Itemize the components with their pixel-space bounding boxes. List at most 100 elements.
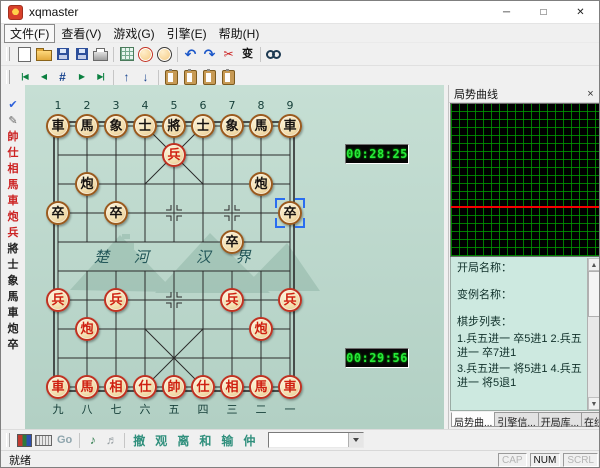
black-king-button[interactable]: 將 (3, 241, 23, 256)
red-horse-button[interactable]: 馬 (3, 177, 23, 192)
board-piece[interactable]: 車 (278, 114, 302, 138)
tab-online[interactable]: 在线下... (581, 412, 600, 427)
red-advisor-button[interactable]: 仕 (3, 145, 23, 160)
toolbar-grip[interactable] (6, 47, 10, 61)
open-file-button[interactable] (34, 45, 53, 64)
board-piece[interactable]: 兵 (220, 288, 244, 312)
board-piece[interactable]: 炮 (75, 317, 99, 341)
go-button[interactable]: Go (53, 434, 76, 446)
sound-off-button[interactable]: ♬ (102, 431, 121, 450)
board-piece[interactable]: 炮 (249, 172, 273, 196)
copy-fen-button[interactable] (181, 68, 200, 87)
info-scrollbar[interactable]: ▲ ▼ (587, 258, 600, 410)
black-pawn-button[interactable]: 卒 (3, 337, 23, 352)
cut-button[interactable]: ✂ (219, 45, 238, 64)
board-piece[interactable]: 象 (104, 114, 128, 138)
tab-engine-info[interactable]: 引擎信... (494, 412, 538, 427)
black-cannon-button[interactable]: 炮 (3, 321, 23, 336)
tab-opening-book[interactable]: 开局库... (538, 412, 582, 427)
dropdown-arrow-icon[interactable] (348, 433, 363, 447)
copy-board-button[interactable] (219, 68, 238, 87)
move-number-button[interactable]: # (53, 68, 72, 87)
save-all-button[interactable] (72, 45, 91, 64)
scroll-up-icon[interactable]: ▲ (588, 258, 600, 271)
board-piece[interactable]: 兵 (46, 288, 70, 312)
board-piece[interactable]: 象 (220, 114, 244, 138)
piece-red-button[interactable] (136, 45, 155, 64)
red-elephant-button[interactable]: 相 (3, 161, 23, 176)
close-icon[interactable]: × (583, 87, 598, 101)
board-piece[interactable]: 卒 (220, 230, 244, 254)
board-piece[interactable]: 卒 (104, 201, 128, 225)
arbitrate-button[interactable]: 仲 (238, 432, 260, 449)
scroll-down-icon[interactable]: ▼ (588, 397, 600, 410)
board-piece[interactable]: 相 (104, 375, 128, 399)
keyboard-button[interactable] (34, 431, 53, 450)
find-button[interactable] (264, 45, 283, 64)
menu-item-game[interactable]: 游戏(G) (107, 24, 160, 43)
board-piece[interactable]: 士 (191, 114, 215, 138)
board-piece[interactable]: 炮 (249, 317, 273, 341)
maximize-button[interactable]: □ (525, 1, 562, 23)
redo-move-button[interactable]: ↷ (200, 45, 219, 64)
new-file-button[interactable] (15, 45, 34, 64)
toolbar-grip[interactable] (6, 70, 10, 84)
board-piece[interactable]: 帥 (162, 375, 186, 399)
board-piece[interactable]: 車 (46, 375, 70, 399)
paste-fen-button[interactable] (162, 68, 181, 87)
board-piece[interactable]: 士 (133, 114, 157, 138)
next-move-button[interactable]: ▶ (72, 68, 91, 87)
black-advisor-button[interactable]: 士 (3, 257, 23, 272)
board-piece[interactable]: 馬 (249, 375, 273, 399)
board-piece[interactable]: 相 (220, 375, 244, 399)
comment-up-button[interactable]: ↑ (117, 68, 136, 87)
board-piece[interactable]: 兵 (104, 288, 128, 312)
menu-item-file[interactable]: 文件(F) (4, 24, 55, 43)
board-piece[interactable]: 兵 (162, 143, 186, 167)
board-piece[interactable]: 兵 (278, 288, 302, 312)
board-piece[interactable]: 炮 (75, 172, 99, 196)
board-piece[interactable]: 馬 (75, 114, 99, 138)
confirm-button[interactable]: ✔ (3, 97, 23, 112)
board-piece[interactable]: 將 (162, 114, 186, 138)
comment-down-button[interactable]: ↓ (136, 68, 155, 87)
sound-on-button[interactable]: ♪ (83, 431, 102, 450)
books-button[interactable] (15, 431, 34, 450)
last-move-button[interactable]: ▶| (91, 68, 110, 87)
scroll-thumb[interactable] (588, 271, 600, 317)
leave-button[interactable]: 离 (172, 432, 194, 449)
red-cannon-button[interactable]: 炮 (3, 209, 23, 224)
draw-offer-button[interactable]: 和 (194, 432, 216, 449)
bian-button[interactable]: 变 (238, 45, 257, 64)
piece-black-button[interactable] (155, 45, 174, 64)
undo-move-button[interactable]: ↶ (181, 45, 200, 64)
close-button[interactable]: ✕ (562, 1, 599, 23)
board-piece[interactable]: 車 (46, 114, 70, 138)
save-file-button[interactable] (53, 45, 72, 64)
tab-curve[interactable]: 局势曲... (451, 412, 495, 427)
setup-board-button[interactable] (117, 45, 136, 64)
black-horse-button[interactable]: 馬 (3, 289, 23, 304)
toolbar-grip[interactable] (6, 433, 10, 447)
menu-item-help[interactable]: 帮助(H) (213, 24, 266, 43)
red-king-button[interactable]: 帥 (3, 129, 23, 144)
prev-move-button[interactable]: ◀ (34, 68, 53, 87)
red-pawn-button[interactable]: 兵 (3, 225, 23, 240)
menu-item-view[interactable]: 查看(V) (55, 24, 107, 43)
board-piece[interactable]: 車 (278, 375, 302, 399)
move-combobox[interactable] (268, 432, 364, 448)
red-chariot-button[interactable]: 車 (3, 193, 23, 208)
board-piece[interactable]: 馬 (249, 114, 273, 138)
black-chariot-button[interactable]: 車 (3, 305, 23, 320)
board-piece[interactable]: 仕 (133, 375, 157, 399)
board-piece[interactable]: 馬 (75, 375, 99, 399)
black-elephant-button[interactable]: 象 (3, 273, 23, 288)
minimize-button[interactable]: ─ (488, 1, 525, 23)
move-list[interactable]: 1.兵五进一 卒5进1 2.兵五进一 卒7进13.兵五进一 将5进1 4.兵五进… (457, 332, 583, 390)
paste-board-button[interactable] (200, 68, 219, 87)
undo-request-button[interactable]: 撤 (128, 432, 150, 449)
observe-button[interactable]: 观 (150, 432, 172, 449)
board-piece[interactable]: 仕 (191, 375, 215, 399)
print-button[interactable] (91, 45, 110, 64)
board-panel[interactable]: 123456789九八七六五四三二一楚 河汉 界 00:28:25 00:29:… (25, 85, 444, 429)
